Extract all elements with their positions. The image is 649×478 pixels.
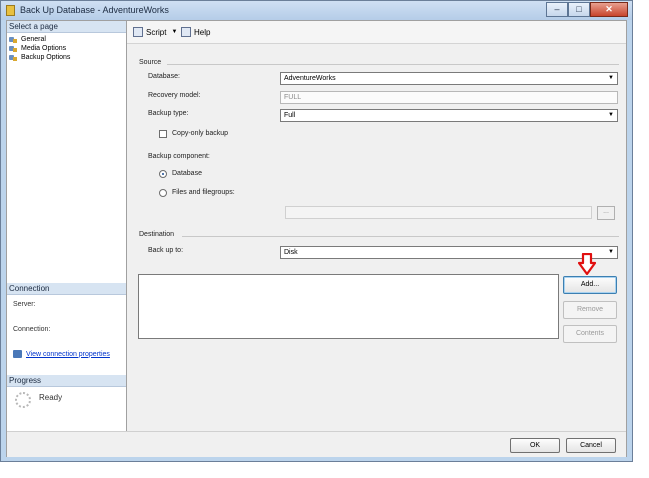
toolbar: Script ▼ Help [127,21,626,44]
back-up-to-value: Disk [284,249,298,256]
contents-button[interactable]: Contents [563,325,617,343]
chevron-down-icon: ▼ [608,75,614,81]
select-page-header: Select a page [7,21,126,33]
copy-only-checkbox[interactable] [159,130,167,138]
destination-list[interactable] [138,274,559,339]
window-controls: – □ ✕ [546,2,628,17]
backup-dialog-window: Back Up Database - AdventureWorks – □ ✕ … [0,0,633,462]
progress-status: Ready [39,393,63,402]
remove-button[interactable]: Remove [563,301,617,319]
files-filegroups-field [285,206,592,219]
backup-component-label: Backup component: [148,153,210,160]
page-item-label: General [21,36,46,43]
copy-only-label: Copy-only backup [172,130,229,137]
recovery-model-field: FULL [280,91,618,104]
database-dropdown[interactable]: AdventureWorks ▼ [280,72,618,85]
red-down-arrow-icon [578,253,596,275]
page-icon [9,54,18,62]
script-icon [133,27,143,37]
back-up-to-dropdown[interactable]: Disk ▼ [280,246,618,259]
window-title: Back Up Database - AdventureWorks [20,5,169,15]
help-button[interactable]: Help [181,27,210,37]
properties-icon [13,350,22,358]
general-page: Source Database: AdventureWorks ▼ Recove… [127,44,626,431]
page-item-media-options[interactable]: Media Options [9,44,66,53]
connection-label: Connection: [13,326,51,333]
progress-spinner-icon [15,392,31,408]
add-button[interactable]: Add... [563,276,617,294]
backup-type-dropdown[interactable]: Full ▼ [280,109,618,122]
script-label: Script [146,27,167,37]
chevron-down-icon: ▼ [608,112,614,118]
component-database-label: Database [172,170,202,177]
page-icon [9,36,18,44]
database-value: AdventureWorks [284,75,336,82]
backup-type-value: Full [284,112,296,119]
dialog-client-area: Select a page General Media Options Back… [6,20,627,457]
cancel-button[interactable]: Cancel [566,438,616,453]
minimize-button[interactable]: – [546,2,568,17]
browse-files-button[interactable]: ... [597,206,615,220]
back-up-to-label: Back up to: [148,247,184,254]
server-label: Server: [13,301,36,308]
destination-divider [182,236,619,237]
dialog-footer: OK Cancel [7,431,626,457]
page-item-label: Backup Options [21,54,71,61]
close-button[interactable]: ✕ [590,2,628,17]
backup-type-label: Backup type: [148,110,189,117]
recovery-model-label: Recovery model: [148,92,201,99]
page-item-label: Media Options [21,45,67,52]
maximize-button[interactable]: □ [568,2,590,17]
page-item-backup-options[interactable]: Backup Options [9,53,70,62]
left-pane: Select a page General Media Options Back… [7,21,127,431]
database-icon [6,5,15,16]
destination-group-label: Destination [139,231,175,238]
title-bar[interactable]: Back Up Database - AdventureWorks – □ ✕ [1,1,632,20]
help-icon [181,27,191,37]
progress-header: Progress [7,375,126,387]
script-button[interactable]: Script ▼ [133,27,177,37]
chevron-down-icon[interactable]: ▼ [171,29,177,35]
source-divider [167,64,619,65]
source-group-label: Source [139,59,162,66]
database-label: Database: [148,73,180,80]
page-icon [9,45,18,53]
view-connection-properties-link[interactable]: View connection properties [13,350,110,358]
component-files-radio[interactable] [159,189,167,197]
page-item-general[interactable]: General [9,35,46,44]
view-connection-properties-label: View connection properties [26,350,110,358]
connection-header: Connection [7,283,126,295]
component-files-label: Files and filegroups: [172,189,235,196]
component-database-radio[interactable] [159,170,167,178]
ok-button[interactable]: OK [510,438,560,453]
help-label: Help [194,27,211,37]
chevron-down-icon: ▼ [608,249,614,255]
